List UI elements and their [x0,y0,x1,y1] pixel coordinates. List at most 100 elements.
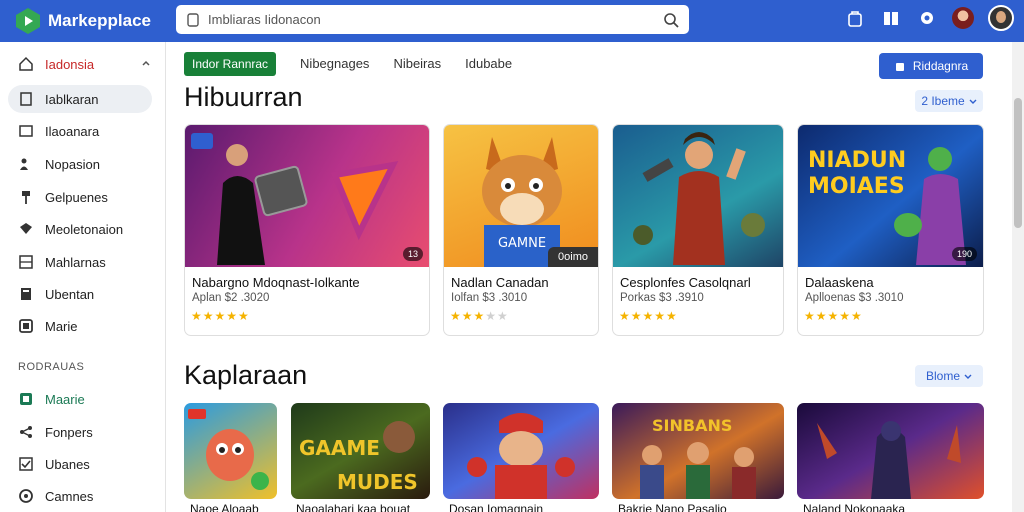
brand[interactable]: Markepplace [14,7,174,35]
sidebar-item-section-3[interactable]: Ubanes [8,450,152,478]
chevron-down-icon [969,99,977,104]
book-icon [21,288,31,300]
game-card[interactable]: NIADUN MOIAES 190 Dalaaskena Aplloenas $… [797,124,984,336]
tab-bar: Indor Rannrac Nibegnages Nibeiras Idubab… [184,52,536,76]
rating-stars: ★★★★★ [619,309,678,323]
sidebar-item-8[interactable]: Ubentan [8,280,152,308]
svg-text:SINBANS: SINBANS [652,416,732,435]
game-art-image: GAAME MUDES [299,421,418,494]
card-meta: Aplan $2 .3020 [192,292,270,304]
card-meta: Iolfan $3 .3010 [451,292,528,304]
card-title: Nadlan Canadan [451,275,549,290]
game-card[interactable]: GAMNE 0oimo Nadlan Canadan Iolfan $3 .30… [443,124,599,336]
chevron-down-icon [964,374,972,379]
game-art-image [633,132,765,265]
game-thumbnail[interactable] [613,125,783,267]
sidebar-item-label: Iadonsia [45,56,95,72]
search-bar[interactable] [176,5,689,34]
tile-title: Dosan Iomagnain [449,502,544,512]
search-input[interactable] [208,12,663,27]
tab-2[interactable]: Nibegnages [300,52,369,76]
game-thumbnail[interactable]: 13 [185,125,429,267]
sidebar-item-7[interactable]: Mahlarnas [8,248,152,276]
sidebar-item-section-1[interactable]: Maarie [8,385,152,413]
sidebar-item-section-2[interactable]: Fonpers [8,418,152,446]
profile-icon[interactable] [952,7,974,29]
game-card[interactable]: Cesplonfes Casolqnarl Porkas $3 .3910 ★★… [612,124,784,336]
card-badge: 13 [402,247,423,261]
tile-title: Bakrie Nano Pasalio [618,502,727,512]
check-icon [19,457,33,471]
tab-1[interactable]: Indor Rannrac [184,52,277,76]
sidebar-item-label: Ubentan [45,286,95,302]
pin-icon [22,191,30,204]
home-icon [19,56,33,71]
sidebar-item-9[interactable]: Marie [8,312,152,340]
sidebar-item-4[interactable]: Nopasion [8,150,152,178]
sidebar-item-5[interactable]: Gelpuenes [8,183,152,211]
top-icons [844,5,1014,31]
game-tile[interactable] [443,403,599,499]
people-icon [20,158,28,170]
sidebar-item-section-4[interactable]: Camnes [8,482,152,510]
see-more-button[interactable]: 2 Ibeme [915,90,983,112]
sidebar: Iadonsia Iablkaran Ilaoanara Nopasion Ge… [0,42,166,512]
tile-title: Naland Nokonaaka [803,502,906,512]
sidebar-item-6[interactable]: Meoletonaion [8,215,152,243]
chevron-icon[interactable] [140,58,152,70]
tab-3[interactable]: Nibeiras [393,52,441,76]
section-title: Hibuurran [184,82,303,112]
scrollbar[interactable] [1012,42,1024,512]
sidebar-item-2[interactable]: Iablkaran [8,85,152,113]
doc-icon [20,92,32,106]
rating-stars: ★★★★★ [450,309,509,323]
game-tile[interactable]: SINBANS [612,403,784,499]
rating-stars: ★★★★★ [804,309,863,323]
sidebar-item-label: Ubanes [45,456,90,472]
sidebar-item-label: Marie [45,318,78,334]
svg-text:MOIAES: MOIAES [808,174,905,199]
bag-icon [895,63,904,71]
card-badge: 190 [951,247,977,261]
avatar[interactable] [988,5,1014,31]
sidebar-item-home[interactable]: Iadonsia [8,50,152,78]
search-icon[interactable] [663,12,679,28]
game-thumbnail[interactable]: GAMNE 0oimo [444,125,598,267]
sidebar-item-label: Ilaoanara [45,123,100,139]
square-icon [19,319,33,333]
settings-icon[interactable] [916,7,938,29]
sidebar-item-3[interactable]: Ilaoanara [8,117,152,145]
game-tile[interactable]: GAAME MUDES [291,403,430,499]
book-icon[interactable] [880,7,902,29]
card-title: Nabargno Mdoqnast-Iolkante [192,275,360,290]
sidebar-item-label: Mahlarnas [45,254,106,270]
circle-icon [19,489,33,503]
see-more-button[interactable]: Blome [915,365,983,387]
see-more-label: Blome [925,369,960,383]
tile-title: Naoalahari kaa bouat [296,502,411,512]
top-bar: Markepplace [0,0,1024,42]
square-icon [20,393,32,405]
doc-icon [19,125,33,137]
sidebar-item-label: Gelpuenes [45,189,108,205]
bookmark-icon [187,12,199,27]
sidebar-item-label: Maarie [45,391,85,407]
svg-text:MUDES: MUDES [337,470,418,494]
game-tile[interactable] [797,403,984,499]
game-card[interactable]: 13 Nabargno Mdoqnast-Iolkante Aplan $2 .… [184,124,430,336]
scrollbar-thumb[interactable] [1014,98,1022,228]
primary-action-button[interactable]: Riddagnra [879,53,983,79]
card-title: Dalaaskena [805,275,874,290]
game-tile[interactable] [184,403,277,499]
sidebar-item-label: Nopasion [45,156,100,172]
game-thumbnail[interactable]: NIADUN MOIAES 190 [798,125,983,267]
tile-title: Naoe Aloaab [190,502,259,512]
game-art-image: NIADUN MOIAES [808,147,966,265]
bag-icon[interactable] [844,7,866,29]
marketplace-logo-icon [16,8,40,34]
tab-4[interactable]: Idubabe [465,52,512,76]
grid-icon [19,255,33,269]
game-art-image: GAMNE [482,137,562,267]
tag-icon [20,223,32,234]
share-icon [20,426,32,438]
